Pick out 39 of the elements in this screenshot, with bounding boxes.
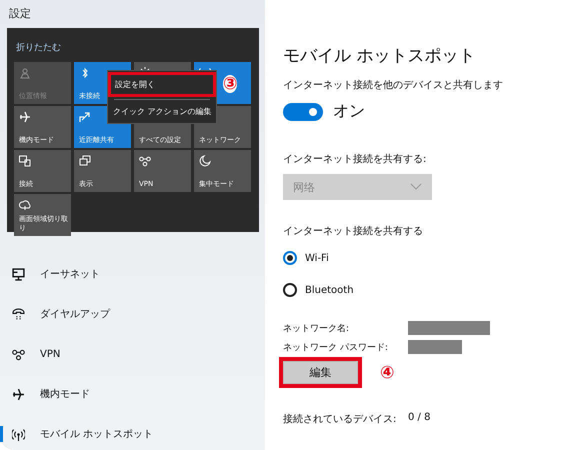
antenna-icon [12, 428, 25, 440]
vpn-icon [139, 155, 151, 167]
chevron-down-icon [410, 183, 422, 191]
radio-label: Bluetooth [305, 284, 354, 296]
selection-bar [0, 426, 3, 442]
step-number: ④ [380, 364, 394, 382]
ethernet-icon [12, 268, 25, 280]
phone-icon [12, 308, 25, 320]
setting-label: インターネット接続を他のデバイスと共有します [283, 78, 504, 92]
window-title: 設定 [8, 6, 32, 22]
devices-count: 0 / 8 [408, 412, 430, 425]
sidebar-item[interactable]: 機内モード [0, 374, 265, 414]
vpn-icon [12, 348, 25, 360]
sidebar-item[interactable]: VPN [0, 334, 265, 374]
page-title: モバイル ホットスポット [283, 45, 476, 67]
field-label: ネットワーク パスワード: [283, 342, 389, 354]
sidebar-item[interactable]: ダイヤルアップ [0, 294, 265, 334]
edit-button[interactable]: 編集 [283, 361, 358, 384]
location-pin-icon [19, 67, 31, 79]
collapse-link[interactable]: 折りたたむ [16, 41, 61, 54]
display-icon [79, 155, 91, 167]
menu-item[interactable]: 設定を開く [108, 72, 216, 97]
radio-button[interactable] [283, 283, 297, 297]
devices-label: 接続されているデバイス: [283, 412, 398, 426]
airplane-icon [12, 388, 25, 400]
setting-label: インターネット接続を共有する: [283, 152, 428, 166]
cloud-icon [19, 199, 31, 211]
moon-icon [199, 155, 211, 167]
share-arrow-icon [79, 111, 91, 123]
field-label: ネットワーク名: [283, 322, 350, 334]
radio-button[interactable] [283, 251, 297, 265]
setting-label: インターネット接続を共有する [283, 224, 424, 238]
toggle-label: オン [333, 101, 365, 122]
sidebar-item[interactable]: イーサネット [0, 254, 265, 294]
toggle-switch[interactable] [283, 102, 323, 120]
screens-icon [19, 155, 31, 167]
airplane-icon [19, 111, 31, 123]
radio-label: Wi-Fi [305, 252, 329, 264]
sidebar-item[interactable]: モバイル ホットスポット [0, 414, 265, 450]
